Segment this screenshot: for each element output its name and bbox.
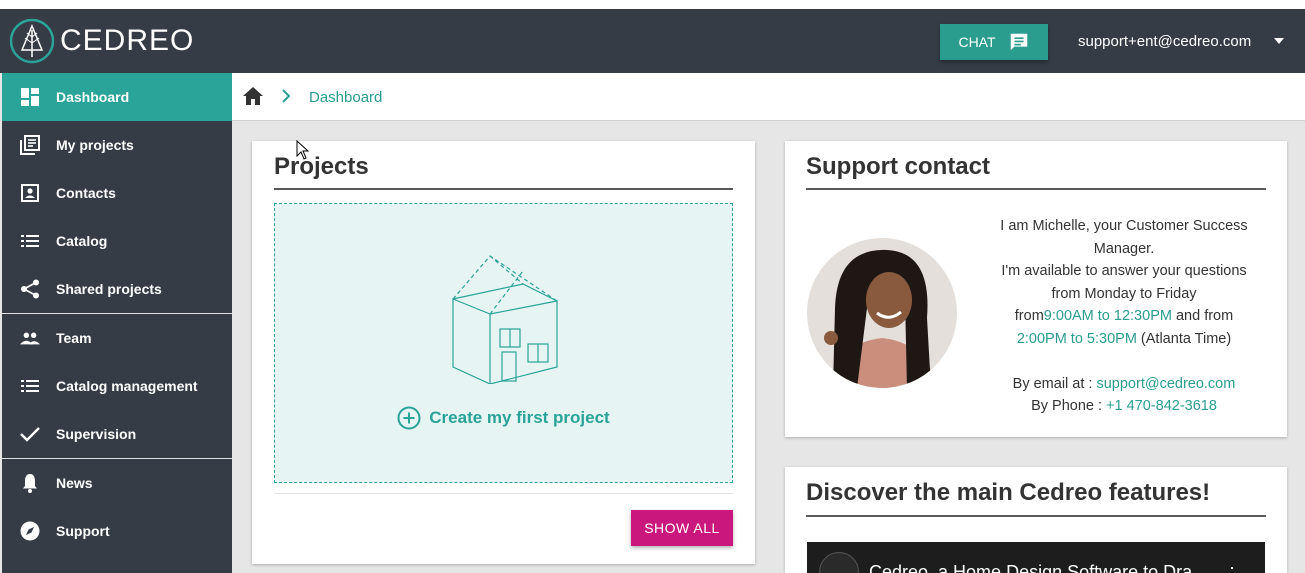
sidebar-item-support[interactable]: Support (2, 507, 232, 555)
support-email-link[interactable]: support@cedreo.com (1096, 376, 1235, 392)
video-title: Cedreo, a Home Design Software to Dra (869, 562, 1193, 573)
create-first-project-link[interactable]: Create my first project (275, 406, 732, 430)
list-icon (20, 376, 40, 396)
sidebar-item-label: News (56, 475, 93, 491)
sidebar-item-catalog-management[interactable]: Catalog management (2, 362, 232, 410)
sidebar-item-label: Contacts (56, 185, 116, 201)
chat-bubble-icon (1010, 33, 1027, 51)
sidebar-item-label: Catalog (56, 233, 108, 249)
title-rule (806, 515, 1266, 517)
sidebar-item-my-projects[interactable]: My projects (2, 121, 232, 169)
timezone: (Atlanta Time) (1136, 330, 1232, 347)
chevron-right-icon (282, 89, 291, 103)
mouse-cursor-icon (296, 140, 310, 160)
sidebar-item-team[interactable]: Team (2, 314, 232, 362)
support-hours: from9:00AM to 12:30PM and from 2:00PM to… (989, 305, 1259, 350)
support-phone-link[interactable]: +1 470-842-3618 (1106, 398, 1217, 414)
sidebar-item-shared-projects[interactable]: Shared projects (2, 265, 232, 313)
home-icon[interactable] (243, 87, 263, 105)
title-rule (274, 188, 733, 190)
sidebar-item-news[interactable]: News (2, 459, 232, 507)
sidebar: Dashboard My projects Contacts Catalog S… (2, 73, 232, 573)
projects-title: Projects (274, 153, 369, 180)
app-header: CEDREO CHAT support+ent@cedreo.com (0, 9, 1305, 73)
sidebar-item-label: Dashboard (56, 89, 130, 105)
support-contact-card: Support contact I am Michelle, your Cust… (785, 141, 1287, 437)
hours-prefix: from (1014, 308, 1044, 324)
projects-card: Projects Create my first project SHOW AL… (252, 141, 755, 564)
breadcrumb-current[interactable]: Dashboard (309, 89, 382, 106)
show-all-button[interactable]: SHOW ALL (631, 510, 733, 546)
chat-button[interactable]: CHAT (940, 24, 1048, 60)
email-label: By email at : (1012, 375, 1097, 392)
sidebar-item-label: Shared projects (56, 281, 162, 297)
contacts-icon (20, 183, 40, 203)
house-illustration (452, 255, 558, 384)
support-intro: I am Michelle, your Customer Success Man… (1000, 218, 1248, 257)
features-title: Discover the main Cedreo features! (806, 479, 1211, 506)
chat-label: CHAT (958, 34, 996, 50)
sidebar-item-catalog[interactable]: Catalog (2, 217, 232, 265)
support-title: Support contact (806, 153, 990, 180)
support-phone-line: By Phone : +1 470-842-3618 (989, 395, 1259, 418)
top-strip (0, 0, 1305, 9)
cedreo-logo[interactable]: CEDREO (8, 15, 194, 67)
team-icon (20, 328, 40, 348)
sidebar-item-label: Team (56, 330, 92, 346)
compass-icon (20, 521, 40, 541)
sidebar-item-label: Support (56, 523, 110, 539)
video-player[interactable]: Cedreo, a Home Design Software to Dra ⋮ (807, 542, 1265, 573)
create-project-dropzone[interactable]: Create my first project (274, 203, 733, 483)
breadcrumb: Dashboard (232, 73, 1305, 121)
share-icon (20, 279, 40, 299)
hours-afternoon: 2:00PM to 5:30PM (1016, 330, 1137, 347)
support-details: I am Michelle, your Customer Success Man… (989, 215, 1259, 418)
channel-logo-icon (819, 552, 859, 573)
divider (274, 493, 733, 494)
dashboard-icon (20, 87, 40, 107)
bell-icon (20, 473, 40, 493)
sidebar-item-label: Supervision (56, 426, 137, 442)
sidebar-item-label: My projects (56, 137, 134, 153)
create-project-label: Create my first project (429, 408, 610, 427)
more-vert-icon[interactable]: ⋮ (1223, 564, 1241, 573)
phone-label: By Phone : (1031, 398, 1107, 414)
sidebar-item-dashboard[interactable]: Dashboard (2, 73, 232, 121)
account-dropdown-icon[interactable] (1274, 38, 1284, 44)
user-email[interactable]: support+ent@cedreo.com (1078, 33, 1251, 50)
support-availability: I'm available to answer your questions f… (1001, 263, 1247, 302)
features-card: Discover the main Cedreo features! Cedre… (785, 467, 1287, 573)
avatar (807, 238, 957, 388)
list-icon (20, 231, 40, 251)
hours-morning: 9:00AM to 12:30PM (1043, 308, 1172, 324)
projects-icon (20, 135, 40, 155)
tree-logo-icon (9, 18, 55, 64)
brand-name: CEDREO (60, 24, 195, 57)
check-icon (20, 424, 40, 444)
support-email-line: By email at : support@cedreo.com (989, 373, 1259, 396)
hours-and-from: and from (1171, 308, 1234, 324)
sidebar-item-label: Catalog management (56, 378, 198, 394)
sidebar-item-supervision[interactable]: Supervision (2, 410, 232, 458)
plus-circle-icon (397, 406, 421, 430)
sidebar-item-contacts[interactable]: Contacts (2, 169, 232, 217)
title-rule (806, 188, 1266, 190)
